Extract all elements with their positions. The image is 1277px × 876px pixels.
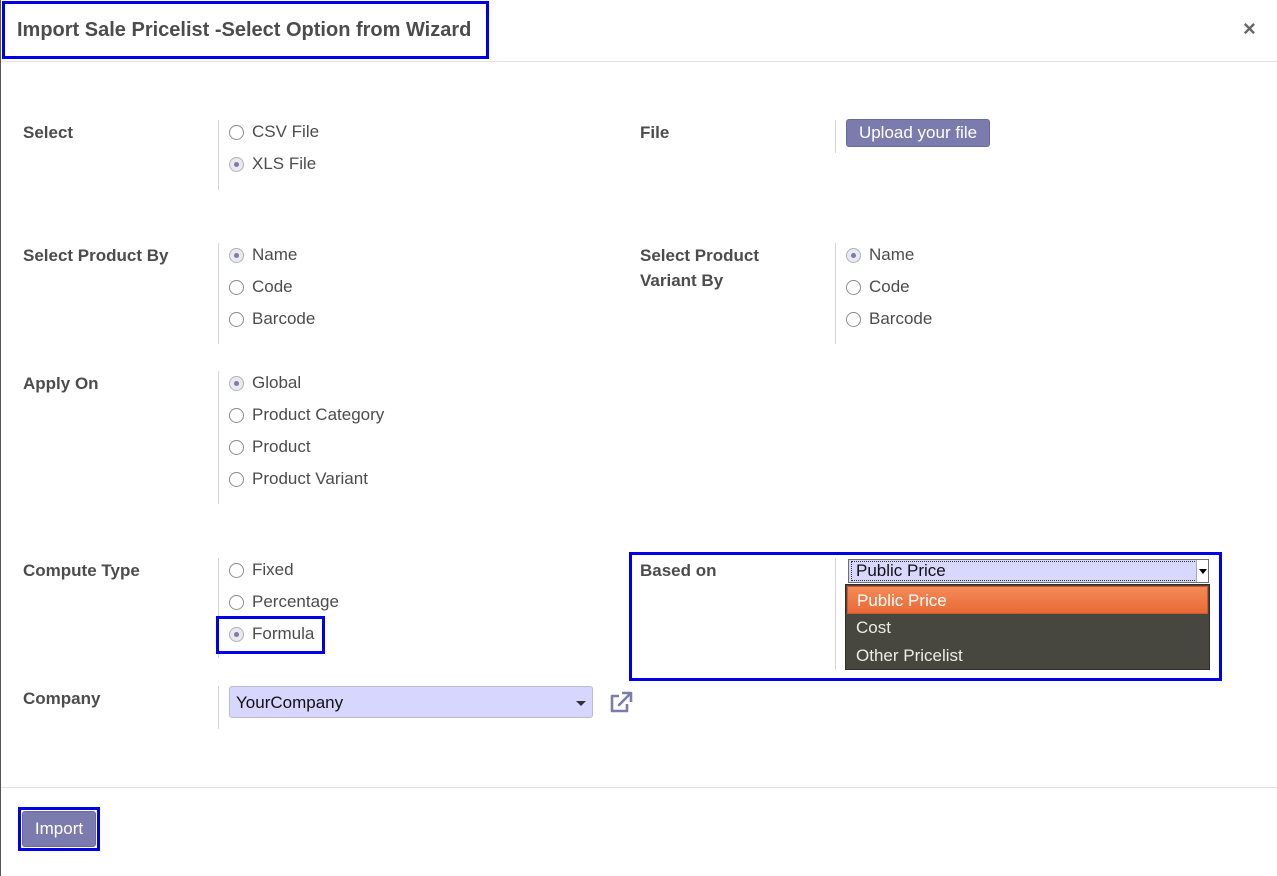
radio-variant-barcode[interactable]: Barcode (846, 307, 932, 331)
radio-dot[interactable] (229, 562, 244, 578)
radio-dot[interactable] (229, 124, 244, 140)
radio-label: Name (869, 245, 915, 264)
radio-apply-global[interactable]: Global (229, 371, 301, 395)
radio-dot[interactable] (229, 594, 244, 610)
radio-dot[interactable] (846, 279, 861, 295)
radio-product-code[interactable]: Code (229, 275, 293, 299)
radio-dot[interactable] (229, 247, 244, 263)
radio-label: Code (252, 277, 293, 296)
company-label: Company (23, 689, 101, 708)
radio-csv-file[interactable]: CSV File (229, 120, 319, 144)
field-divider (835, 558, 836, 670)
variant-by-label-line2: Variant By (640, 271, 724, 290)
radio-label: CSV File (252, 122, 320, 141)
radio-dot[interactable] (229, 279, 244, 295)
radio-label: Fixed (252, 560, 294, 579)
field-divider (218, 371, 219, 504)
footer-divider (1, 787, 1277, 788)
radio-label: Percentage (252, 592, 339, 611)
radio-variant-code[interactable]: Code (846, 275, 910, 299)
close-icon[interactable]: × (1243, 16, 1256, 42)
dropdown-option-cost[interactable]: Cost (847, 614, 1208, 642)
radio-product-barcode[interactable]: Barcode (229, 307, 315, 331)
based-on-select-value: Public Price (851, 561, 1197, 581)
company-select-value: YourCompany (236, 693, 344, 712)
upload-file-button[interactable]: Upload your file (846, 119, 990, 147)
apply-on-label: Apply On (23, 374, 99, 393)
radio-label: Code (869, 277, 910, 296)
file-label: File (640, 123, 670, 142)
chevron-down-icon[interactable] (1196, 560, 1208, 582)
variant-by-label-line1: Select Product (640, 246, 760, 265)
dropdown-option-public-price[interactable]: Public Price (847, 586, 1208, 614)
radio-label: Global (252, 373, 302, 392)
radio-variant-name[interactable]: Name (846, 243, 914, 267)
radio-label: Product Variant (252, 469, 368, 488)
select-label: Select (23, 123, 74, 142)
field-divider (218, 120, 219, 190)
field-divider (218, 686, 219, 729)
radio-compute-fixed[interactable]: Fixed (229, 558, 294, 582)
radio-label: XLS File (252, 154, 317, 173)
radio-xls-file[interactable]: XLS File (229, 152, 316, 176)
radio-compute-percentage[interactable]: Percentage (229, 590, 339, 614)
import-button[interactable]: Import (22, 811, 96, 847)
radio-label: Product (252, 437, 311, 456)
radio-apply-product[interactable]: Product (229, 435, 311, 459)
dropdown-option-other-pricelist[interactable]: Other Pricelist (847, 642, 1208, 670)
radio-label: Name (252, 245, 298, 264)
radio-dot[interactable] (846, 311, 861, 327)
radio-label: Product Category (252, 405, 385, 424)
field-divider (835, 120, 836, 153)
radio-dot[interactable] (229, 375, 244, 391)
radio-dot[interactable] (229, 407, 244, 423)
radio-dot[interactable] (846, 247, 861, 263)
product-by-label: Select Product By (23, 246, 169, 265)
field-divider (218, 243, 219, 344)
based-on-select[interactable]: Public Price (848, 559, 1209, 583)
radio-dot[interactable] (229, 311, 244, 327)
dialog-header: Import Sale Pricelist -Select Option fro… (1, 0, 1277, 62)
radio-dot[interactable] (229, 471, 244, 487)
radio-dot[interactable] (229, 156, 244, 172)
company-select[interactable]: YourCompany (229, 686, 593, 718)
radio-product-name[interactable]: Name (229, 243, 297, 267)
radio-apply-product-variant[interactable]: Product Variant (229, 467, 368, 491)
caret-down-icon[interactable] (576, 701, 586, 706)
radio-label: Barcode (869, 309, 933, 328)
radio-apply-product-category[interactable]: Product Category (229, 403, 384, 427)
formula-highlight-box (216, 616, 325, 654)
external-link-icon[interactable] (608, 690, 634, 716)
compute-type-label: Compute Type (23, 561, 140, 580)
based-on-dropdown: Public Price Cost Other Pricelist (845, 584, 1210, 670)
import-wizard-dialog: Import Sale Pricelist -Select Option fro… (0, 0, 1277, 876)
radio-dot[interactable] (229, 439, 244, 455)
field-divider (835, 243, 836, 344)
based-on-label: Based on (640, 561, 717, 580)
radio-label: Barcode (252, 309, 316, 328)
dialog-title: Import Sale Pricelist -Select Option fro… (17, 19, 472, 41)
